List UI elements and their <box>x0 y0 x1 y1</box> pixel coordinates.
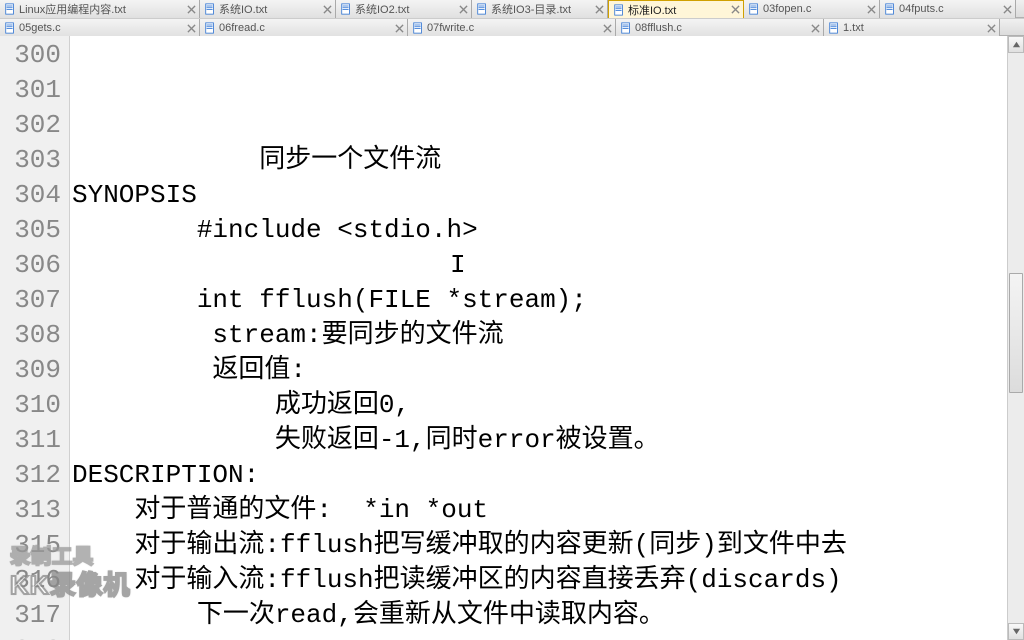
file-icon <box>412 22 424 34</box>
file-icon <box>204 3 216 15</box>
line-number: 318 <box>0 633 69 640</box>
file-icon <box>4 22 16 34</box>
code-line: 下一次read,会重新从文件中读取内容。 <box>72 598 1024 633</box>
code-line <box>72 248 1024 283</box>
close-icon[interactable] <box>601 22 613 34</box>
file-icon <box>340 3 352 15</box>
line-number: 315 <box>0 528 69 563</box>
line-number: 301 <box>0 73 69 108</box>
line-number: 307 <box>0 283 69 318</box>
tab-label: 系统IO.txt <box>219 1 317 17</box>
line-number: 316 <box>0 563 69 598</box>
close-icon[interactable] <box>865 3 877 15</box>
line-number-gutter: 3003013023033043053063073083093103113123… <box>0 36 70 640</box>
close-icon[interactable] <box>809 22 821 34</box>
code-line: 成功返回0, <box>72 388 1024 423</box>
tab-label: 系统IO3-目录.txt <box>491 1 589 17</box>
close-icon[interactable] <box>1001 3 1013 15</box>
code-line: 同步一个文件流 <box>72 143 1024 178</box>
close-icon[interactable] <box>185 3 197 15</box>
scroll-track[interactable] <box>1008 53 1024 623</box>
code-line: #include <stdio.h> <box>72 213 1024 248</box>
tab-label: 03fopen.c <box>763 3 861 15</box>
close-icon[interactable] <box>985 22 997 34</box>
file-icon <box>828 22 840 34</box>
scroll-up-button[interactable] <box>1008 36 1024 53</box>
code-line: DESCRIPTION: <box>72 458 1024 493</box>
tab-label: 04fputs.c <box>899 3 997 15</box>
file-icon <box>204 22 216 34</box>
tab-fill <box>1016 0 1024 17</box>
tab-label: 标准IO.txt <box>628 2 725 18</box>
line-number: 310 <box>0 388 69 423</box>
tab-fill <box>1000 19 1024 35</box>
tab-04fputs-c[interactable]: 04fputs.c <box>880 0 1016 18</box>
code-line: SYNOPSIS <box>72 178 1024 213</box>
line-number: 304 <box>0 178 69 213</box>
tab-label: 05gets.c <box>19 22 181 34</box>
tab-label: 系统IO2.txt <box>355 1 453 17</box>
tab-1-txt[interactable]: 1.txt <box>824 19 1000 37</box>
editor: 3003013023033043053063073083093103113123… <box>0 36 1024 640</box>
line-number: 303 <box>0 143 69 178</box>
tab--IO-txt[interactable]: 系统IO.txt <box>200 0 336 18</box>
tab--IO-txt[interactable]: 标准IO.txt <box>608 0 744 18</box>
file-icon <box>884 3 896 15</box>
vertical-scrollbar[interactable] <box>1007 36 1024 640</box>
code-area[interactable]: 同步一个文件流SYNOPSIS #include <stdio.h> int f… <box>70 36 1024 640</box>
tab--IO2-txt[interactable]: 系统IO2.txt <box>336 0 472 18</box>
file-icon <box>613 4 625 16</box>
tab-08fflush-c[interactable]: 08fflush.c <box>616 19 824 37</box>
file-icon <box>476 3 488 15</box>
close-icon[interactable] <box>457 3 469 15</box>
code-line: 对于输入流:fflush把读缓冲区的内容直接丢弃(discards) <box>72 563 1024 598</box>
line-number: 302 <box>0 108 69 143</box>
tab-05gets-c[interactable]: 05gets.c <box>0 19 200 37</box>
tab--IO3-txt[interactable]: 系统IO3-目录.txt <box>472 0 608 18</box>
line-number: 300 <box>0 38 69 73</box>
line-number: 309 <box>0 353 69 388</box>
code-line: int fflush(FILE *stream); <box>72 283 1024 318</box>
line-number: 313 <box>0 493 69 528</box>
text-cursor: I <box>450 248 466 283</box>
file-icon <box>620 22 632 34</box>
close-icon[interactable] <box>185 22 197 34</box>
line-number: 305 <box>0 213 69 248</box>
tab-03fopen-c[interactable]: 03fopen.c <box>744 0 880 18</box>
tab-06fread-c[interactable]: 06fread.c <box>200 19 408 37</box>
tab-label: 08fflush.c <box>635 22 805 34</box>
file-icon <box>4 3 16 15</box>
line-number: 311 <box>0 423 69 458</box>
code-line: 返回值: <box>72 353 1024 388</box>
code-line: stream:要同步的文件流 <box>72 318 1024 353</box>
tab-Linux-txt[interactable]: Linux应用编程内容.txt <box>0 0 200 18</box>
scroll-down-button[interactable] <box>1008 623 1024 640</box>
tab-row-2: 05gets.c 06fread.c 07fwrite.c 08fflush.c 1.t… <box>0 18 1024 36</box>
tab-label: 1.txt <box>843 22 981 34</box>
tab-label: 06fread.c <box>219 22 389 34</box>
close-icon[interactable] <box>729 4 741 16</box>
line-number: 306 <box>0 248 69 283</box>
close-icon[interactable] <box>593 3 605 15</box>
line-number: 308 <box>0 318 69 353</box>
tab-row-1: Linux应用编程内容.txt 系统IO.txt 系统IO2.txt 系统IO3-目录… <box>0 0 1024 18</box>
scroll-thumb[interactable] <box>1009 273 1023 393</box>
code-line: 失败返回-1,同时error被设置。 <box>72 423 1024 458</box>
line-number: 312 <box>0 458 69 493</box>
code-line: 对于输出流:fflush把写缓冲取的内容更新(同步)到文件中去 <box>72 528 1024 563</box>
code-line: 对于普通的文件: *in *out <box>72 493 1024 528</box>
tab-07fwrite-c[interactable]: 07fwrite.c <box>408 19 616 37</box>
tab-label: 07fwrite.c <box>427 22 597 34</box>
code-line <box>72 633 1024 640</box>
tab-label: Linux应用编程内容.txt <box>19 1 181 17</box>
close-icon[interactable] <box>321 3 333 15</box>
file-icon <box>748 3 760 15</box>
line-number: 317 <box>0 598 69 633</box>
close-icon[interactable] <box>393 22 405 34</box>
